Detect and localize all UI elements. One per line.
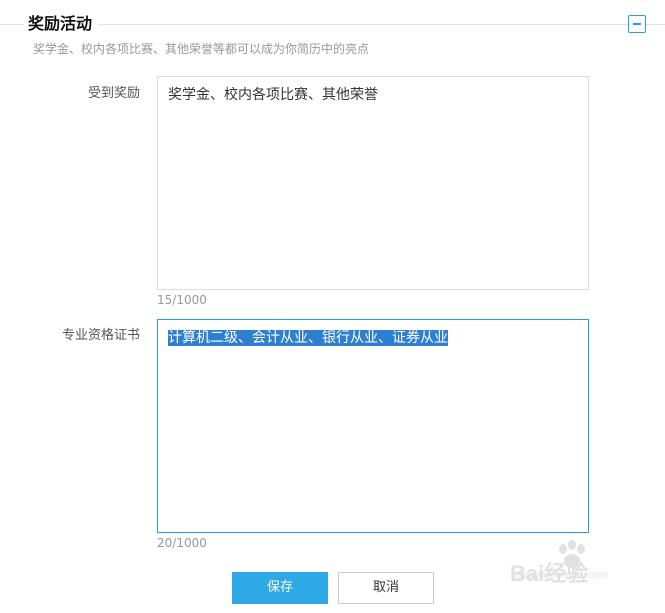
watermark-url: jingyan.baidu.com [516,570,609,581]
header-divider [0,24,665,25]
awards-text: 奖学金、校内各项比赛、其他荣誉 [168,87,378,103]
certificates-label: 专业资格证书 [61,328,140,343]
cancel-button[interactable]: 取消 [338,572,434,604]
collapse-button[interactable] [628,15,646,33]
certificates-char-counter: 20/1000 [157,536,207,550]
baidu-jingyan-watermark: Bai经验 jingyan.baidu.com [506,540,636,586]
certificates-text: 计算机二级、会计从业、银行从业、证券从业 [168,330,448,346]
awards-textarea[interactable]: 奖学金、校内各项比赛、其他荣誉 [157,76,589,290]
minus-square-icon [633,23,641,25]
save-button[interactable]: 保存 [232,572,328,604]
certificates-textarea[interactable]: 计算机二级、会计从业、银行从业、证券从业 [157,319,589,533]
section-subtitle: 奖学金、校内各项比赛、其他荣誉等都可以成为你简历中的亮点 [33,42,370,56]
section-title: 奖励活动 [24,12,99,36]
section-header: 奖励活动 奖学金、校内各项比赛、其他荣誉等都可以成为你简历中的亮点 [0,0,665,70]
awards-char-counter: 15/1000 [157,293,207,307]
awards-label: 受到奖励 [87,86,140,101]
